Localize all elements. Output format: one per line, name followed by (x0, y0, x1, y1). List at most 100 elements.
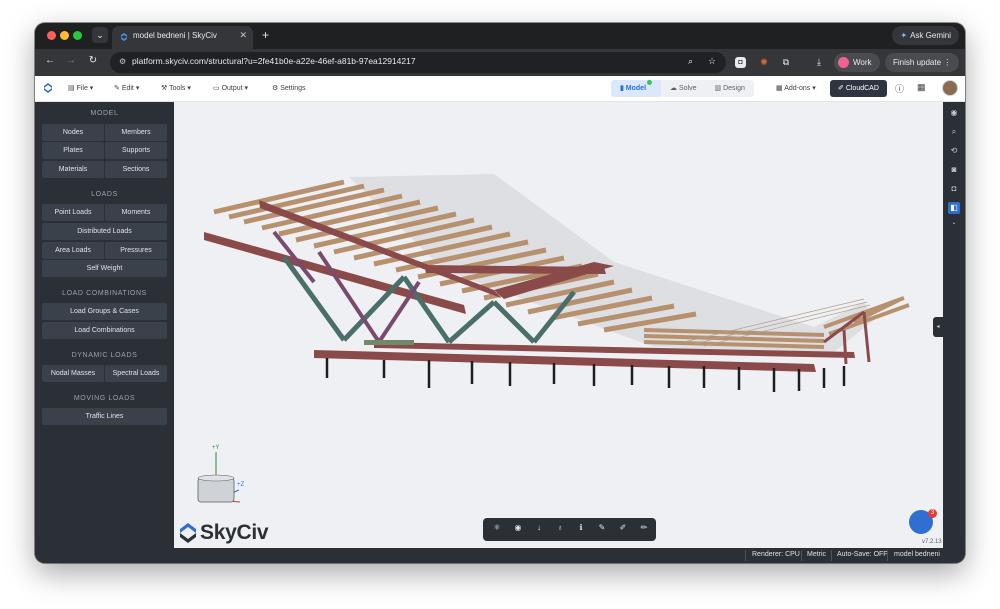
claude-extension-icon[interactable]: ✺ (757, 55, 771, 69)
collapse-panel-icon[interactable]: ◂ (933, 317, 943, 337)
app-toolbar: ▤ File ▾ ✎ Edit ▾ ⚒ Tools ▾ ▭ Output ▾ ⚙… (35, 76, 965, 102)
browser-window: ⌄ model bedneni | SkyCiv ✕ + ✦ Ask Gemini… (35, 23, 965, 563)
help-icon[interactable]: ⓘ (895, 82, 904, 95)
plates-button[interactable]: Plates (42, 142, 104, 159)
site-info-icon[interactable]: ⚙ (119, 57, 126, 66)
structure-3d-render[interactable]: +Y +Z (174, 102, 943, 548)
autosave-status[interactable]: Auto-Save: OFF (837, 551, 888, 558)
pressures-button[interactable]: Pressures (105, 242, 167, 259)
mode-model-tab[interactable]: ▮ Model (611, 80, 662, 97)
address-bar-row: ← → ↻ ⚙ platform.skyciv.com/structural?u… (35, 49, 965, 76)
minimize-window-button[interactable] (60, 31, 69, 40)
settings-menu[interactable]: ⚙ Settings (272, 84, 306, 92)
output-menu[interactable]: ▭ Output ▾ (213, 84, 248, 92)
camera-icon[interactable]: ◙ (948, 164, 960, 176)
finish-update-button[interactable]: Finish update ⋮ (885, 53, 960, 72)
point-loads-button[interactable]: Point Loads (42, 204, 104, 221)
profile-work-button[interactable]: Work (834, 53, 880, 72)
tab-title: model bedneni | SkyCiv (133, 31, 217, 40)
area-loads-button[interactable]: Area Loads (42, 242, 104, 259)
self-weight-button[interactable]: Self Weight (42, 260, 167, 277)
section-title-dynamic-loads: DYNAMIC LOADS (71, 352, 138, 359)
tab-search-icon[interactable]: ⌄ (92, 27, 108, 43)
skyciv-brand-icon (180, 523, 196, 543)
pencil-icon[interactable]: ✎ (596, 523, 608, 532)
sections-button[interactable]: Sections (105, 161, 167, 178)
load-arrow-icon[interactable]: ↓ (533, 523, 545, 532)
tools-menu[interactable]: ⚒ Tools ▾ (161, 84, 191, 92)
draw-icon[interactable]: ✏ (638, 523, 650, 532)
extension-icon[interactable]: ◘ (735, 57, 746, 68)
apps-grid-icon[interactable]: ▦ (917, 82, 926, 93)
right-toolbar: ◉ ⌕ ⟲ ◙ ◘ ◧ ⌄ (943, 102, 965, 548)
close-tab-icon[interactable]: ✕ (239, 30, 247, 41)
sidebar: MODEL Nodes Members Plates Supports Mate… (35, 102, 174, 548)
distributed-loads-button[interactable]: Distributed Loads (42, 223, 167, 240)
visibility-icon[interactable]: ◉ (948, 107, 960, 119)
mode-solve-tab[interactable]: ☁ Solve (661, 80, 706, 97)
status-bar: Renderer: CPU Metric Auto-Save: OFF mode… (35, 548, 965, 563)
bookmark-star-icon[interactable]: ☆ (708, 56, 716, 67)
lightbulb-icon[interactable]: ♁ (554, 523, 566, 532)
load-groups-button[interactable]: Load Groups & Cases (42, 303, 167, 320)
section-title-moving-loads: MOVING LOADS (73, 395, 136, 402)
mode-model-label: Model (625, 85, 647, 92)
units-status[interactable]: Metric (807, 551, 826, 558)
forward-icon[interactable]: → (64, 55, 78, 66)
status-divider (745, 550, 746, 561)
screenshot-icon[interactable]: ◘ (948, 183, 960, 195)
model-viewport[interactable]: +Y +Z (174, 102, 943, 548)
back-icon[interactable]: ← (43, 55, 57, 66)
cloudcad-button[interactable]: ✐ CloudCAD (830, 80, 887, 97)
skyciv-wordmark: SkyCiv (200, 521, 269, 544)
close-window-button[interactable] (47, 31, 56, 40)
section-title-loads: LOADS (91, 191, 118, 198)
download-icon[interactable]: ⤓ (812, 55, 826, 69)
supports-button[interactable]: Supports (105, 142, 167, 159)
check-badge-icon (647, 80, 653, 85)
chat-unread-badge: 3 (928, 509, 937, 518)
zoom-search-icon[interactable]: ⌕ (948, 126, 960, 138)
rotate-view-icon[interactable]: ⟲ (948, 145, 960, 157)
load-combinations-button[interactable]: Load Combinations (42, 322, 167, 339)
nodes-button[interactable]: Nodes (42, 124, 104, 141)
materials-button[interactable]: Materials (42, 161, 104, 178)
structure-view-icon[interactable]: ⚛ (491, 523, 503, 532)
axis-z-label: +Z (237, 482, 245, 488)
output-menu-label: Output (221, 85, 243, 92)
section-title-model: MODEL (90, 110, 119, 117)
mode-design-tab[interactable]: ▥ Design (705, 80, 754, 97)
spectral-loads-button[interactable]: Spectral Loads (105, 365, 167, 382)
url-text[interactable]: platform.skyciv.com/structural?u=2fe41b0… (132, 56, 416, 66)
more-chevron-icon[interactable]: ⌄ (948, 217, 960, 229)
user-avatar[interactable] (942, 80, 958, 96)
mode-solve-label: Solve (678, 85, 697, 92)
info-icon[interactable]: ℹ (575, 523, 587, 532)
nodal-masses-button[interactable]: Nodal Masses (42, 365, 104, 382)
zoom-icon[interactable]: ⌕ (688, 56, 693, 67)
edit-menu[interactable]: ✎ Edit ▾ (114, 84, 139, 92)
eraser-icon[interactable]: ✐ (617, 523, 629, 532)
extensions-puzzle-icon[interactable]: ⧉ (779, 55, 793, 69)
skyciv-logo-icon[interactable] (41, 81, 55, 95)
browser-tab[interactable]: model bedneni | SkyCiv ✕ (112, 26, 253, 49)
ask-gemini-label: Ask Gemini (910, 31, 951, 40)
reload-icon[interactable]: ↻ (86, 55, 100, 66)
file-menu[interactable]: ▤ File ▾ (68, 84, 93, 92)
render-mode-icon[interactable]: ◧ (948, 202, 960, 214)
status-divider (831, 550, 832, 561)
traffic-lines-button[interactable]: Traffic Lines (42, 408, 167, 425)
ask-gemini-button[interactable]: ✦ Ask Gemini (892, 26, 959, 45)
deck-panel (364, 340, 414, 345)
settings-menu-label: Settings (280, 85, 306, 92)
model-name-status: model bedneni (894, 551, 940, 558)
addons-menu[interactable]: ▦ Add-ons ▾ (776, 84, 816, 92)
omnibox[interactable]: ⚙ platform.skyciv.com/structural?u=2fe41… (110, 52, 726, 73)
skyciv-favicon-icon (121, 33, 127, 41)
maximize-window-button[interactable] (73, 31, 82, 40)
tab-strip: ⌄ model bedneni | SkyCiv ✕ + ✦ Ask Gemini (35, 23, 965, 49)
members-button[interactable]: Members (105, 124, 167, 141)
eye-icon[interactable]: ◉ (512, 523, 524, 532)
moments-button[interactable]: Moments (105, 204, 167, 221)
new-tab-button[interactable]: + (262, 28, 269, 42)
